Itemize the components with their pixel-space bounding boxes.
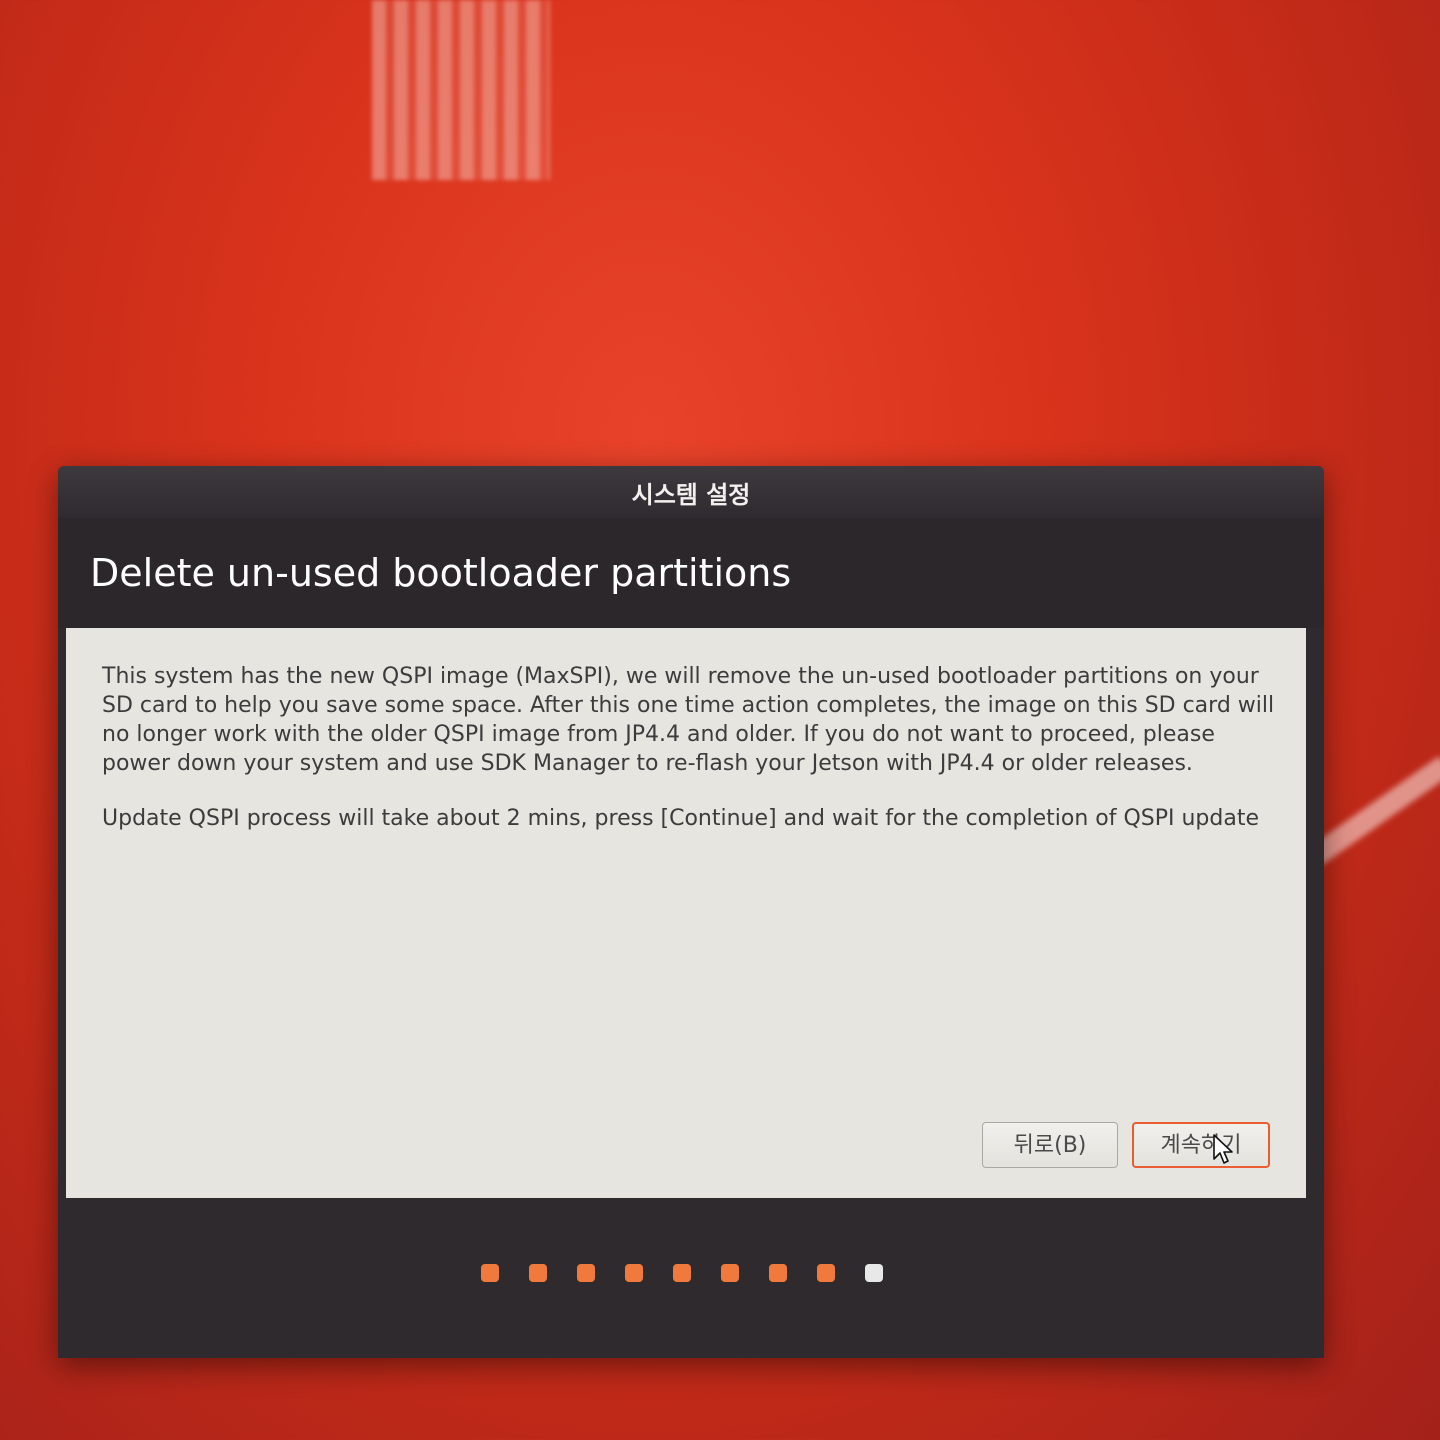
- screen-glare: [1308, 756, 1440, 866]
- screen-glare: [372, 0, 550, 180]
- window-titlebar: 시스템 설정: [58, 466, 1324, 518]
- continue-button[interactable]: 계속하기: [1132, 1122, 1270, 1168]
- progress-dot: [721, 1264, 739, 1282]
- progress-dot: [625, 1264, 643, 1282]
- back-button[interactable]: 뒤로(B): [982, 1122, 1118, 1168]
- page-title: Delete un-used bootloader partitions: [90, 551, 792, 595]
- progress-dot: [673, 1264, 691, 1282]
- description-paragraph: This system has the new QSPI image (MaxS…: [102, 664, 1275, 776]
- instruction-paragraph: Update QSPI process will take about 2 mi…: [102, 806, 1260, 831]
- system-setup-dialog: 시스템 설정 Delete un-used bootloader partiti…: [58, 466, 1324, 1358]
- progress-dot: [577, 1264, 595, 1282]
- progress-dot: [817, 1264, 835, 1282]
- progress-dot: [481, 1264, 499, 1282]
- dialog-footer: [58, 1198, 1324, 1358]
- progress-dot: [529, 1264, 547, 1282]
- progress-dot: [769, 1264, 787, 1282]
- window-title: 시스템 설정: [631, 480, 751, 509]
- content-panel: This system has the new QSPI image (MaxS…: [66, 628, 1306, 1198]
- mouse-cursor-icon: [1213, 1134, 1233, 1164]
- progress-dots: [481, 1264, 883, 1282]
- page-header: Delete un-used bootloader partitions: [58, 518, 1324, 628]
- progress-dot-current: [865, 1264, 883, 1282]
